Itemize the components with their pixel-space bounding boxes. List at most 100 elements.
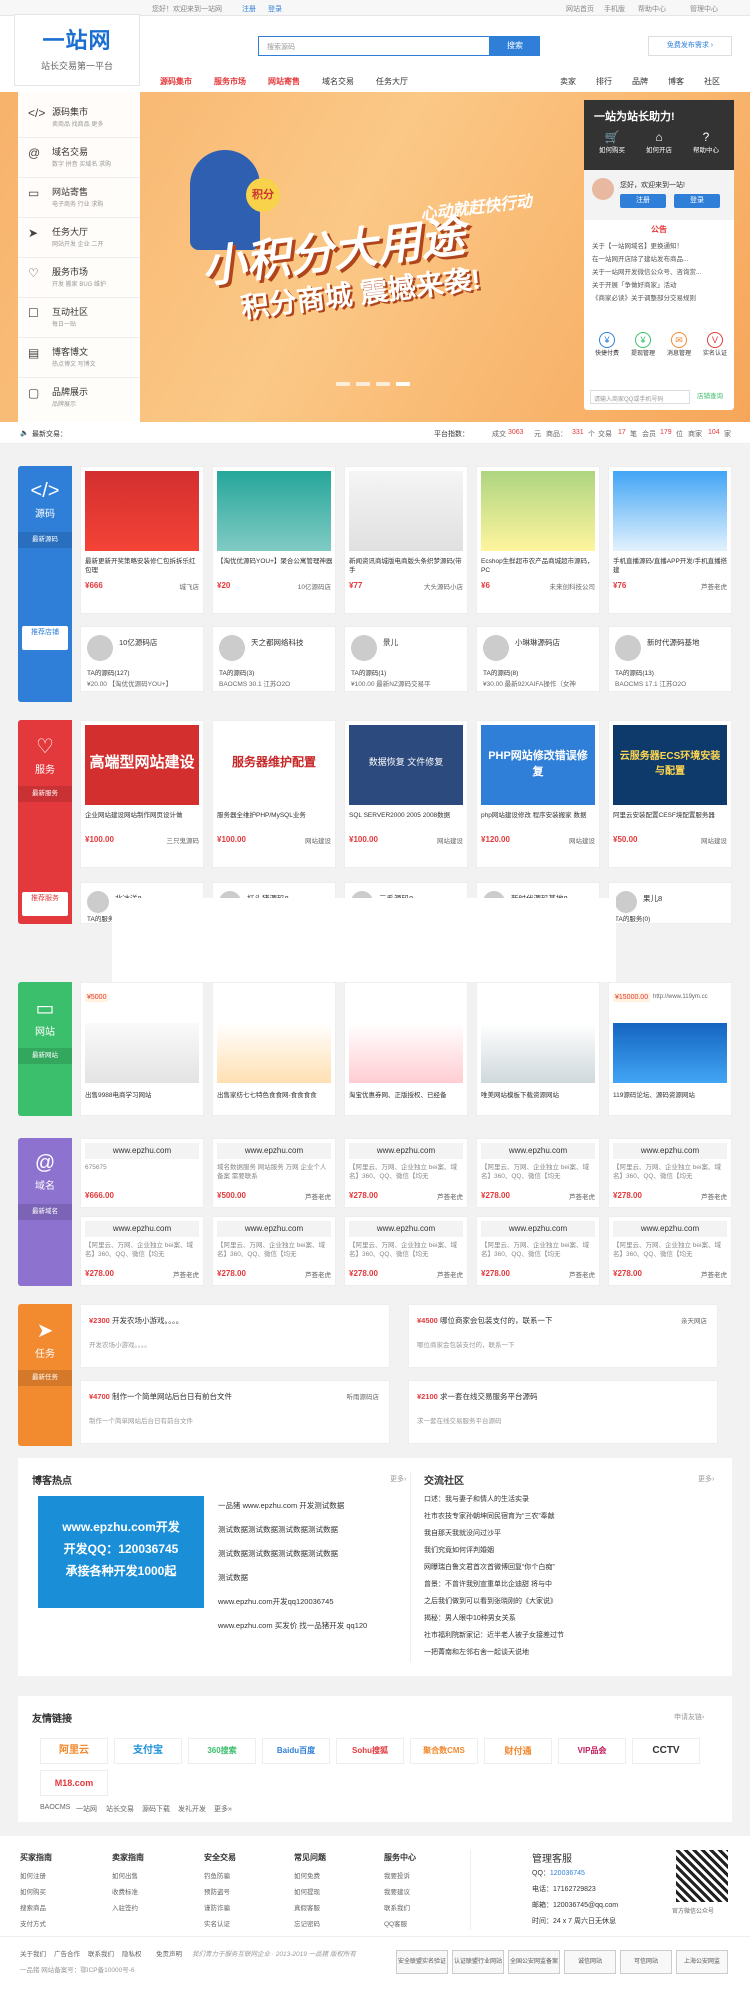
seller-name[interactable]: 芦荟老虎 <box>437 1269 463 1279</box>
service-shop[interactable]: 果儿8 TA的服务(0) <box>608 882 732 924</box>
product-card[interactable]: 最新更新开奖策略安装修仁包拆拆乐红包理 ¥666 城飞店 <box>80 466 204 614</box>
community-item[interactable]: 口述：我与妻子和情人的生活实录 <box>424 1494 529 1504</box>
task-card[interactable]: ¥4700 制作一个简单网站后台日有前台文件 制作一个简单网站后台日有前台文件 … <box>80 1380 390 1444</box>
messages-button[interactable]: ✉ 消息管理 <box>662 332 696 357</box>
community-more-link[interactable]: 更多› <box>698 1474 714 1484</box>
blog-item[interactable]: 测试数据测试数据测试数据测试数据 <box>218 1548 338 1559</box>
nav-community[interactable]: 社区 <box>704 76 720 87</box>
service-card[interactable]: PHP网站修改错误修复 php网站建设修改 程序安装搬家 数据 ¥120.00 … <box>476 720 600 868</box>
nav-blog[interactable]: 博客 <box>668 76 684 87</box>
domain-card[interactable]: www.epzhu.com 域名数据服务 网站服务 万网 企业个人备案 需要联系 ¥… <box>212 1138 336 1208</box>
menu-item-service[interactable]: ♡ 服务市场 开发 搬家 BUG 维护 <box>18 258 140 298</box>
seller-name[interactable]: 网站建设 <box>305 835 331 845</box>
top-link-mobile[interactable]: 手机版 <box>604 4 625 14</box>
footer-link[interactable]: 预防盗号 <box>204 1886 230 1896</box>
blog-item[interactable]: www.epzhu.com 买发价 找一品猪开发 qq120 <box>218 1620 367 1631</box>
notice-item[interactable]: 关于开展「争做好商家」活动 <box>592 279 728 289</box>
trust-badge[interactable]: 上海公安网监 <box>676 1950 728 1974</box>
partner-logo-aliyun[interactable]: 阿里云 <box>40 1738 108 1764</box>
notice-item[interactable]: 在一站网开店除了建站发布商品... <box>592 253 728 263</box>
task-card[interactable]: ¥4500 哪位商家会包装支付的，联系一下 哪位商家会包装支付的，联系一下 亲天… <box>408 1304 718 1368</box>
footer-link[interactable]: 入驻签约 <box>112 1902 138 1912</box>
community-item[interactable]: 一把菁南和左邻右舍一起谈天说地 <box>424 1647 529 1657</box>
menu-item-blog[interactable]: ▤ 博客博文 热点博文 写博文 <box>18 338 140 378</box>
seller-name[interactable]: 10亿源码店 <box>298 581 331 591</box>
blog-item[interactable]: www.epzhu.com开发qq120036745 <box>218 1596 334 1607</box>
task-poster[interactable]: 亲天网店 <box>681 1315 707 1325</box>
footer-link[interactable]: 钓鱼防骗 <box>204 1870 230 1880</box>
domain-card[interactable]: www.epzhu.com 【阿里云、万网、企业独立 bei案、域名】360、QQ… <box>344 1216 468 1286</box>
shop-card[interactable]: 10亿源码店 TA的源码(127) ¥20.00 【淘优优源码YOU+】 <box>80 626 204 692</box>
community-item[interactable]: 揭秘：男人眼中10种男女关系 <box>424 1613 516 1623</box>
partner-logo-sohu[interactable]: Sohu搜狐 <box>336 1738 404 1764</box>
seller-name[interactable]: 网站建设 <box>437 835 463 845</box>
bottom-link[interactable]: 隐私权 <box>122 1948 142 1958</box>
community-item[interactable]: 曾景：不曾许我别宣重单比企迪甜 将与中 <box>424 1579 552 1589</box>
domain-card[interactable]: www.epzhu.com 【阿里云、万网、企业独立 bei案、域名】360、QQ… <box>608 1216 732 1286</box>
quick-pay-button[interactable]: ¥ 快捷付费 <box>590 332 624 357</box>
seller-name[interactable]: 网站建设 <box>701 835 727 845</box>
domain-card[interactable]: www.epzhu.com 【阿里云、万网、企业独立 bei案、域名】360、QQ… <box>608 1138 732 1208</box>
footer-link[interactable]: 收费标准 <box>112 1886 138 1896</box>
menu-item-website[interactable]: ▭ 网站寄售 电子商务 行业 求购 <box>18 178 140 218</box>
product-card[interactable]: 新闻资讯商城版电商版头条织梦源码(带手 ¥77 大头源码小店 <box>344 466 468 614</box>
partner-logo-alipay[interactable]: 支付宝 <box>114 1738 182 1764</box>
footer-link[interactable]: 如何提现 <box>294 1886 320 1896</box>
shop-card[interactable]: 新时代源码基地 TA的源码(13) BAOCMS 17.1 江苏O2O <box>608 626 732 692</box>
website-card[interactable]: 唯美网站模板下载资源网站 <box>476 982 600 1116</box>
seller-name[interactable]: 芦荟老虎 <box>569 1269 595 1279</box>
domain-card[interactable]: www.epzhu.com 675675 ¥666.00 <box>80 1138 204 1208</box>
verify-button[interactable]: V 实名认证 <box>698 332 732 357</box>
shop-card[interactable]: 小琳琳源码店 TA的源码(8) ¥30.00 最新92XAIFA操作（女神 <box>476 626 600 692</box>
nav-website[interactable]: 网站寄售 <box>268 76 300 87</box>
service-value[interactable]: 120036745 <box>550 1870 585 1877</box>
text-link[interactable]: 发礼开发 <box>178 1804 206 1814</box>
footer-link[interactable]: 搜索商品 <box>20 1902 46 1912</box>
bottom-link[interactable]: 广告合作 <box>54 1948 80 1958</box>
notice-item[interactable]: 关于【一站网域名】更换通知！ <box>592 240 728 250</box>
partner-logo-360[interactable]: 360搜索 <box>188 1738 256 1764</box>
seller-name[interactable]: 芦荟老虎 <box>173 1269 199 1279</box>
withdraw-button[interactable]: ¥ 提现管理 <box>626 332 660 357</box>
domain-card[interactable]: www.epzhu.com 【阿里云、万网、企业独立 bei案、域名】360、QQ… <box>476 1216 600 1286</box>
product-card[interactable]: 手机直播源码/直播APP开发/手机直播搭建 ¥76 芦荟老虎 <box>608 466 732 614</box>
trust-badge[interactable]: 诚信网站 <box>564 1950 616 1974</box>
seller-name[interactable]: 芦荟老虎 <box>701 1191 727 1201</box>
service-card[interactable]: 服务器维护配置 服务器全维护PHP/MySQL业务 ¥100.00 网站建设 <box>212 720 336 868</box>
menu-item-source[interactable]: </> 源码集市 卖商品 找商品 更多 <box>18 98 140 138</box>
blog-item[interactable]: 一品猪 www.epzhu.com 开发测试数据 <box>218 1500 344 1511</box>
section-tag-source[interactable]: </> 源码 最新源码 推荐店铺 <box>18 466 72 702</box>
menu-item-task[interactable]: ➤ 任务大厅 网站开发 企业 二开 <box>18 218 140 258</box>
domain-card[interactable]: www.epzhu.com 【阿里云、万网、企业独立 bei案、域名】360、QQ… <box>212 1216 336 1286</box>
carousel-dot-2[interactable] <box>356 382 370 386</box>
top-link-home[interactable]: 网站首页 <box>566 4 594 14</box>
service-card[interactable]: 云服务器ECS环境安装与配置 阿里云安装配置CESF境配置服务器 ¥50.00 … <box>608 720 732 868</box>
partner-logo-m18[interactable]: M18.com <box>40 1770 108 1796</box>
section-tag-sub[interactable]: 最新任务 <box>18 1370 72 1386</box>
footer-link[interactable]: 我要投诉 <box>384 1870 410 1880</box>
section-tag-service[interactable]: ♡ 服务 最新服务 推荐服务 <box>18 720 72 924</box>
text-link[interactable]: 一站网 <box>76 1804 97 1814</box>
community-item[interactable]: 我自那天我就没问过沙平 <box>424 1528 501 1538</box>
domain-card[interactable]: www.epzhu.com 【阿里云、万网、企业独立 bei案、域名】360、QQ… <box>344 1138 468 1208</box>
trust-badge[interactable]: 安全联盟实名验证 <box>396 1950 448 1974</box>
domain-card[interactable]: www.epzhu.com 【阿里云、万网、企业独立 bei案、域名】360、QQ… <box>80 1216 204 1286</box>
shop-lookup-input[interactable]: 请输入商家QQ或手机号码 <box>590 390 690 404</box>
section-tag-sub[interactable]: 最新服务 <box>18 786 72 802</box>
shop-card[interactable]: 景儿 TA的源码(1) ¥100.00 最新NZ源码交易平 <box>344 626 468 692</box>
domain-card[interactable]: www.epzhu.com 【阿里云、万网、企业独立 bei案、域名】360、QQ… <box>476 1138 600 1208</box>
search-button[interactable]: 搜索 <box>490 36 540 56</box>
register-link[interactable]: 注册 <box>242 4 256 14</box>
apply-link[interactable]: 申请友链› <box>674 1712 704 1722</box>
text-link[interactable]: BAOCMS <box>40 1804 70 1811</box>
footer-link[interactable]: 实名认证 <box>204 1918 230 1928</box>
service-card[interactable]: 高端型网站建设 企业网站建设网站制作网页设计做 ¥100.00 三只鬼源码 <box>80 720 204 868</box>
shop-card[interactable]: 天之都网络科技 TA的源码(3) BAOCMS 30.1 江苏O2O <box>212 626 336 692</box>
text-link[interactable]: 更多» <box>214 1804 232 1814</box>
footer-link[interactable]: 如何注册 <box>20 1870 46 1880</box>
seller-name[interactable]: 大头源码小店 <box>424 581 463 591</box>
task-card[interactable]: ¥2100 求一套在线交易服务平台源码 求一套在线交易服务平台源码 <box>408 1380 718 1444</box>
service-card[interactable]: 数据恢复 文件修复 SQL SERVER2000 2005 2008数据 ¥10… <box>344 720 468 868</box>
logo[interactable]: 一站网 站长交易第一平台 <box>14 14 140 86</box>
login-button[interactable]: 登录 <box>674 194 720 208</box>
